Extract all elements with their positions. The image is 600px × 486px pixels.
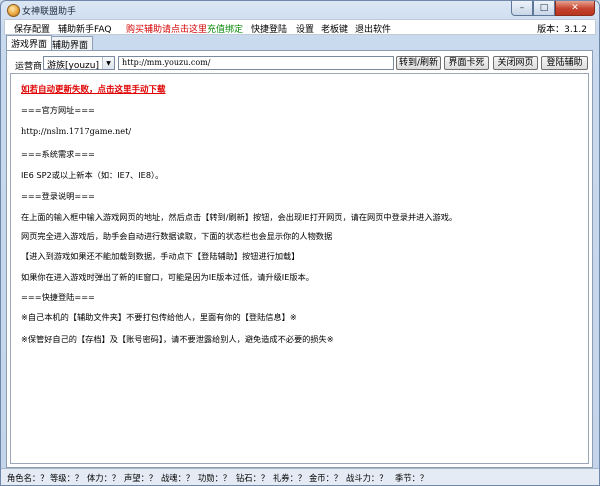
menu-bar: 保存配置 辅助新手FAQ 购买辅助请点击这里 充值绑定 快捷登陆 设置 老板键 … [4, 19, 596, 35]
official-url-text: http://nslm.1717game.net/ [21, 126, 132, 136]
content-line: 在上面的输入框中输入游戏网页的地址，然后点击【转到/刷新】按钮，会出现IE打开网… [21, 212, 458, 222]
app-logo-icon [7, 4, 20, 17]
title-bar[interactable]: 女神联盟助手 – □ ✕ [1, 1, 599, 19]
operator-label: 运营商 [15, 62, 43, 72]
content-line: ===登录说明=== [21, 191, 95, 201]
web-content-area[interactable]: 如若自动更新失败，点击这里手动下载 ===官方网址=== http://nslm… [10, 73, 589, 464]
menu-exit[interactable]: 退出软件 [355, 22, 391, 35]
status-stamina: 体力：？ [87, 473, 121, 483]
login-assist-button[interactable]: 登陆辅助 [541, 56, 588, 70]
content-line: 如果你在进入游戏时弹出了新的IE窗口，可能是因为IE版本过低，请升级IE版本。 [21, 272, 314, 282]
status-merit: 功勋：？ [198, 473, 232, 483]
menu-save-config[interactable]: 保存配置 [14, 22, 50, 35]
status-war-soul: 战魂：？ [161, 473, 195, 483]
menu-recharge[interactable]: 充值绑定 [207, 22, 243, 35]
window-controls: – □ ✕ [511, 1, 595, 16]
status-diamond: 钻石：？ [236, 473, 270, 483]
maximize-icon[interactable]: □ [533, 1, 555, 16]
content-line: 【进入到游戏如果还不能加载到数据，手动点下【登陆辅助】按钮进行加载】 [21, 251, 300, 261]
menu-faq[interactable]: 辅助新手FAQ [58, 22, 111, 35]
content-line: ===官方网址=== [21, 105, 95, 115]
status-role-name: 角色名：？ [7, 473, 49, 483]
minimize-icon[interactable]: – [511, 1, 533, 16]
close-icon[interactable]: ✕ [555, 1, 595, 16]
status-prestige: 声望：？ [124, 473, 158, 483]
tab-assist[interactable]: 辅助界面 [47, 36, 94, 51]
window-title: 女神联盟助手 [22, 7, 77, 17]
content-line: ※自己本机的【辅助文件夹】不要打包传给他人，里面有你的【登陆信息】※ [21, 312, 297, 322]
menu-quick-login[interactable]: 快捷登陆 [251, 22, 287, 35]
manual-download-link[interactable]: 如若自动更新失败，点击这里手动下载 [21, 83, 166, 95]
status-bar: 角色名：？ 等级：？ 体力：？ 声望：？ 战魂：？ 功勋：？ 钻石：？ 礼券：？… [1, 468, 599, 485]
menu-boss-key[interactable]: 老板键 [321, 22, 348, 35]
url-input[interactable]: http://mm.youzu.com/ [118, 56, 394, 70]
app-window: 女神联盟助手 – □ ✕ 保存配置 辅助新手FAQ 购买辅助请点击这里 充值绑定… [0, 0, 600, 486]
content-line: ===系统需求=== [21, 149, 95, 159]
status-combat-power: 战斗力：？ [346, 473, 388, 483]
tab-game[interactable]: 游戏界面 [6, 35, 53, 50]
operator-select-value: 游族[youzu] [47, 61, 99, 71]
status-season: 季节：？ [395, 473, 429, 483]
status-level: 等级：？ [50, 473, 84, 483]
goto-refresh-button[interactable]: 转到/刷新 [396, 56, 441, 70]
content-line: ===快捷登陆=== [21, 292, 95, 302]
status-gold: 金币：？ [309, 473, 343, 483]
chevron-down-icon[interactable]: ▼ [102, 57, 114, 69]
ui-frozen-button[interactable]: 界面卡死 [444, 56, 489, 70]
menu-settings[interactable]: 设置 [296, 22, 314, 35]
game-panel: 运营商 游族[youzu] ▼ http://mm.youzu.com/ 转到/… [6, 50, 593, 468]
content-line: IE6 SP2或以上新本（如：IE7、IE8）。 [21, 170, 164, 180]
status-voucher: 礼券：？ [273, 473, 307, 483]
content-line: 网页完全进入游戏后，助手会自动进行数据读取，下面的状态栏也会显示你的人物数据 [21, 231, 333, 241]
menu-buy[interactable]: 购买辅助请点击这里 [126, 22, 207, 35]
operator-select[interactable]: 游族[youzu] ▼ [43, 56, 115, 71]
close-page-button[interactable]: 关闭网页 [493, 56, 538, 70]
version-label: 版本：3.1.2 [537, 25, 587, 35]
content-line: ※保管好自己的【存档】及【账号密码】，请不要泄露给别人，避免造成不必要的损失※ [21, 334, 334, 344]
